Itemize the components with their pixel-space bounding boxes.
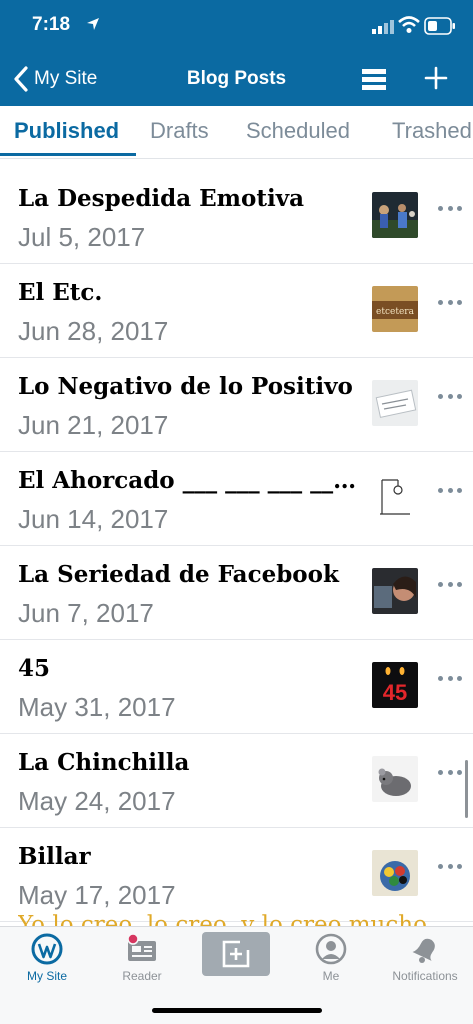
svg-text:45: 45: [383, 680, 407, 705]
post-row[interactable]: El Etc. Jun 28, 2017 etcetera: [0, 264, 473, 358]
more-options-button[interactable]: [438, 300, 462, 308]
top-bar: 7:18 My Site Blog Posts: [0, 0, 473, 106]
bell-icon: [412, 938, 435, 963]
post-date: Jun 21, 2017: [18, 410, 169, 440]
status-bar: 7:18: [0, 0, 473, 52]
post-row[interactable]: Billar May 17, 2017: [0, 828, 473, 922]
more-options-button[interactable]: [438, 488, 462, 496]
post-date: May 17, 2017: [18, 880, 176, 910]
list-toggle-icon[interactable]: [362, 68, 386, 90]
post-thumbnail: etcetera: [372, 286, 418, 332]
location-arrow-icon: [87, 18, 99, 30]
post-thumbnail: [372, 756, 418, 802]
page-title: Blog Posts: [186, 68, 287, 89]
post-title: Lo Negativo de lo Positivo: [18, 373, 353, 400]
post-date: Jun 14, 2017: [18, 504, 169, 534]
post-thumbnail: [372, 850, 418, 896]
post-thumbnail: [372, 568, 418, 614]
wifi-icon: [398, 16, 420, 33]
post-date: Jun 28, 2017: [18, 316, 169, 346]
post-thumbnail: [372, 380, 418, 426]
filter-tabs: Published Drafts Scheduled Trashed: [0, 106, 473, 159]
post-row[interactable]: El Ahorcado ___ ___ ___ ___ ___ Jun 14, …: [0, 452, 473, 546]
tabbar-reader[interactable]: Reader: [95, 927, 189, 991]
more-options-button[interactable]: [438, 206, 462, 214]
post-row[interactable]: La Despedida Emotiva Jul 5, 2017: [0, 170, 473, 264]
svg-text:etcetera: etcetera: [376, 307, 415, 317]
tabbar-notifications[interactable]: Notifications: [378, 927, 472, 991]
tabbar-me[interactable]: Me: [284, 927, 378, 991]
post-date: Jun 7, 2017: [18, 598, 154, 628]
home-indicator: [152, 1008, 322, 1013]
post-title: La Seriedad de Facebook: [18, 561, 339, 588]
post-row[interactable]: 45 May 31, 2017 45: [0, 640, 473, 734]
more-options-button[interactable]: [438, 582, 462, 590]
new-post-icon: [222, 940, 250, 968]
post-title: 45: [18, 655, 51, 682]
add-post-icon[interactable]: [424, 66, 448, 90]
reader-icon: [127, 933, 156, 961]
more-options-button[interactable]: [438, 864, 462, 872]
more-options-button[interactable]: [438, 394, 462, 402]
tabbar-label: Me: [322, 969, 340, 983]
tabbar-label: My Site: [26, 969, 67, 983]
new-post-button[interactable]: [202, 932, 270, 976]
post-date: May 24, 2017: [18, 786, 176, 816]
post-list: La Despedida Emotiva Jul 5, 2017 El Etc.…: [0, 170, 473, 922]
post-title: Billar: [18, 843, 91, 870]
post-title: La Despedida Emotiva: [18, 185, 304, 212]
post-title: El Etc.: [18, 279, 103, 306]
scrollbar[interactable]: [465, 760, 468, 818]
post-row[interactable]: La Seriedad de Facebook Jun 7, 2017: [0, 546, 473, 640]
post-thumbnail: 45: [372, 662, 418, 708]
tabbar-label: Notifications: [392, 969, 458, 983]
tab-drafts[interactable]: Drafts: [150, 118, 209, 144]
post-title: El Ahorcado ___ ___ ___ ___ ___: [18, 467, 363, 494]
tab-trashed[interactable]: Trashed: [392, 118, 472, 144]
post-date: Jul 5, 2017: [18, 222, 146, 252]
battery-icon: [424, 17, 455, 35]
navigation-bar: My Site Blog Posts: [0, 52, 473, 106]
post-title: La Chinchilla: [18, 749, 190, 776]
wordpress-icon: [31, 933, 63, 965]
post-thumbnail: [372, 474, 418, 520]
tab-published[interactable]: Published: [14, 118, 119, 144]
me-icon: [315, 933, 347, 965]
post-row[interactable]: Lo Negativo de lo Positivo Jun 21, 2017: [0, 358, 473, 452]
more-options-button[interactable]: [438, 676, 462, 684]
tabbar-my-site[interactable]: My Site: [0, 927, 94, 991]
post-row[interactable]: La Chinchilla May 24, 2017: [0, 734, 473, 828]
next-post-peek: Yo lo creo, lo creo, y lo creo mucho: [18, 912, 427, 926]
more-options-button[interactable]: [438, 770, 462, 778]
cellular-signal-icon: [372, 20, 394, 34]
status-time: 7:18: [32, 14, 71, 35]
post-thumbnail: [372, 192, 418, 238]
post-date: May 31, 2017: [18, 692, 176, 722]
active-tab-indicator: [0, 153, 136, 156]
tabbar-label: Reader: [122, 969, 162, 983]
tab-scheduled[interactable]: Scheduled: [246, 118, 350, 144]
